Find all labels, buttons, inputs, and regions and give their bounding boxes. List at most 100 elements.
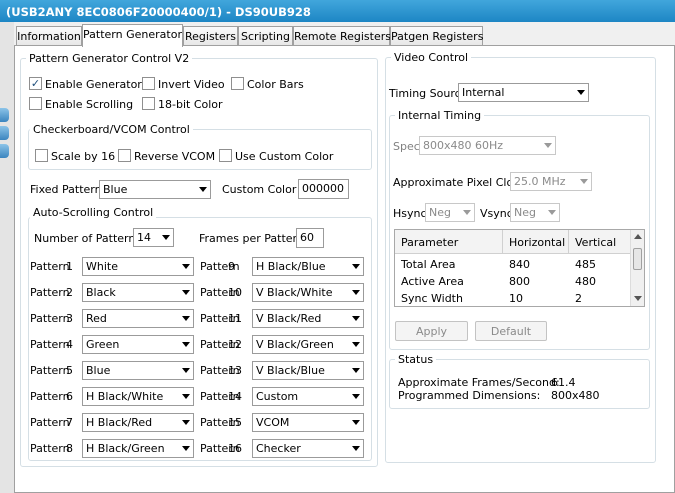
fps-label: Approximate Frames/Second: bbox=[398, 376, 560, 389]
scale-by-16-checkbox[interactable] bbox=[35, 149, 48, 162]
pattern-label: Pattern bbox=[30, 286, 70, 299]
custom-color-label: Custom Color # bbox=[222, 183, 310, 196]
table-header-vertical: Vertical bbox=[569, 230, 632, 254]
pattern-12-dropdown[interactable]: V Black/Green bbox=[252, 335, 364, 354]
table-cell: 840 bbox=[509, 258, 530, 271]
enable-scrolling-checkbox[interactable] bbox=[29, 97, 42, 110]
dropdown-value: V Black/Red bbox=[256, 312, 322, 325]
table-cell: Sync Width bbox=[401, 292, 463, 305]
tab-remote-registers[interactable]: Remote Registers bbox=[293, 26, 391, 46]
reverse-vcom-checkbox[interactable] bbox=[118, 149, 131, 162]
pattern-number: 15 bbox=[228, 416, 242, 429]
apply-button[interactable]: Apply bbox=[395, 321, 468, 341]
enable-generator-label: Enable Generator bbox=[45, 78, 142, 91]
scroll-up-icon[interactable] bbox=[634, 234, 642, 239]
tab-scripting[interactable]: Scripting bbox=[238, 26, 293, 46]
chevron-down-icon bbox=[352, 290, 360, 295]
pixel-clock-dropdown[interactable]: 25.0 MHz bbox=[510, 172, 592, 191]
group-title: Status bbox=[395, 353, 437, 366]
dropdown-value: Blue bbox=[103, 183, 128, 196]
default-button[interactable]: Default bbox=[475, 321, 547, 341]
pattern-4-dropdown[interactable]: Green bbox=[82, 335, 194, 354]
invert-video-checkbox[interactable] bbox=[142, 77, 155, 90]
chevron-down-icon bbox=[352, 264, 360, 269]
dropdown-value: V Black/Blue bbox=[256, 364, 325, 377]
timing-source-dropdown[interactable]: Internal bbox=[458, 83, 589, 102]
scroll-down-icon[interactable] bbox=[634, 296, 642, 301]
hsync-dropdown[interactable]: Neg bbox=[425, 203, 475, 222]
18bit-color-checkbox[interactable] bbox=[142, 97, 155, 110]
pattern-number: 8 bbox=[66, 442, 73, 455]
fixed-pattern-dropdown[interactable]: Blue bbox=[99, 180, 211, 199]
spec-dropdown[interactable]: 800x480 60Hz bbox=[419, 136, 556, 155]
dropdown-value: Custom bbox=[256, 390, 299, 403]
dropdown-value: Checker bbox=[256, 442, 301, 455]
tab-information[interactable]: Information bbox=[16, 26, 82, 46]
tab-patgen-registers[interactable]: Patgen Registers bbox=[390, 26, 483, 46]
color-bars-checkbox[interactable] bbox=[231, 77, 244, 90]
reverse-vcom-label: Reverse VCOM bbox=[134, 150, 216, 163]
dropdown-value: Internal bbox=[462, 86, 505, 99]
pattern-10-dropdown[interactable]: V Black/White bbox=[252, 283, 364, 302]
dropdown-value: H Black/Blue bbox=[256, 260, 326, 273]
table-cell: 485 bbox=[575, 258, 596, 271]
pixel-clock-label: Approximate Pixel Clock bbox=[393, 176, 526, 189]
chevron-down-icon bbox=[577, 90, 585, 95]
chevron-down-icon bbox=[352, 316, 360, 321]
dock-expand-icon[interactable] bbox=[0, 144, 9, 158]
left-dock-strip bbox=[0, 22, 14, 493]
pattern-11-dropdown[interactable]: V Black/Red bbox=[252, 309, 364, 328]
dropdown-value: White bbox=[86, 260, 118, 273]
pattern-number: 5 bbox=[66, 364, 73, 377]
frames-per-pattern-field[interactable]: 60 bbox=[296, 228, 324, 248]
dropdown-value: H Black/Green bbox=[86, 442, 165, 455]
chevron-down-icon bbox=[352, 342, 360, 347]
pattern-16-dropdown[interactable]: Checker bbox=[252, 439, 364, 458]
pattern-label: Pattern bbox=[30, 416, 70, 429]
pattern-3-dropdown[interactable]: Red bbox=[82, 309, 194, 328]
enable-generator-checkbox[interactable]: ✓ bbox=[29, 77, 42, 90]
tab-registers[interactable]: Registers bbox=[183, 26, 238, 46]
custom-color-field[interactable]: 000000 bbox=[298, 179, 349, 199]
number-of-patterns-dropdown[interactable]: 14 bbox=[133, 228, 174, 247]
chevron-down-icon bbox=[544, 143, 552, 148]
pattern-14-dropdown[interactable]: Custom bbox=[252, 387, 364, 406]
enable-scrolling-label: Enable Scrolling bbox=[45, 98, 134, 111]
dock-expand-icon[interactable] bbox=[0, 126, 9, 140]
use-custom-color-checkbox[interactable] bbox=[219, 149, 232, 162]
pattern-label: Pattern bbox=[30, 338, 70, 351]
pattern-7-dropdown[interactable]: H Black/Red bbox=[82, 413, 194, 432]
timing-parameters-table[interactable]: Parameter Horizontal Vertical Total Area… bbox=[394, 229, 645, 307]
pattern-2-dropdown[interactable]: Black bbox=[82, 283, 194, 302]
dock-expand-icon[interactable] bbox=[0, 108, 9, 122]
pattern-13-dropdown[interactable]: V Black/Blue bbox=[252, 361, 364, 380]
dropdown-value: Green bbox=[86, 338, 120, 351]
fixed-pattern-label: Fixed Pattern bbox=[30, 183, 102, 196]
pattern-8-dropdown[interactable]: H Black/Green bbox=[82, 439, 194, 458]
timing-source-label: Timing Source bbox=[389, 87, 468, 100]
pattern-15-dropdown[interactable]: VCOM bbox=[252, 413, 364, 432]
table-scrollbar[interactable] bbox=[630, 230, 644, 306]
pattern-label: Pattern bbox=[30, 390, 70, 403]
dropdown-value: V Black/White bbox=[256, 286, 333, 299]
pattern-number: 1 bbox=[66, 260, 73, 273]
scroll-thumb[interactable] bbox=[633, 248, 642, 270]
pattern-number: 2 bbox=[66, 286, 73, 299]
pattern-9-dropdown[interactable]: H Black/Blue bbox=[252, 257, 364, 276]
vsync-dropdown[interactable]: Neg bbox=[510, 203, 560, 222]
number-of-patterns-label: Number of Patterns bbox=[34, 232, 142, 245]
pattern-5-dropdown[interactable]: Blue bbox=[82, 361, 194, 380]
dropdown-value: 800x480 60Hz bbox=[423, 139, 504, 152]
pattern-number: 11 bbox=[228, 312, 242, 325]
dropdown-value: VCOM bbox=[256, 416, 290, 429]
group-title: Auto-Scrolling Control bbox=[30, 206, 157, 219]
pattern-number: 14 bbox=[228, 390, 242, 403]
chevron-down-icon bbox=[548, 210, 556, 215]
chevron-down-icon bbox=[352, 446, 360, 451]
table-cell: Total Area bbox=[401, 258, 456, 271]
pattern-1-dropdown[interactable]: White bbox=[82, 257, 194, 276]
tab-pattern-generator[interactable]: Pattern Generator bbox=[82, 24, 183, 47]
pattern-number: 9 bbox=[228, 260, 235, 273]
chevron-down-icon bbox=[182, 420, 190, 425]
pattern-6-dropdown[interactable]: H Black/White bbox=[82, 387, 194, 406]
